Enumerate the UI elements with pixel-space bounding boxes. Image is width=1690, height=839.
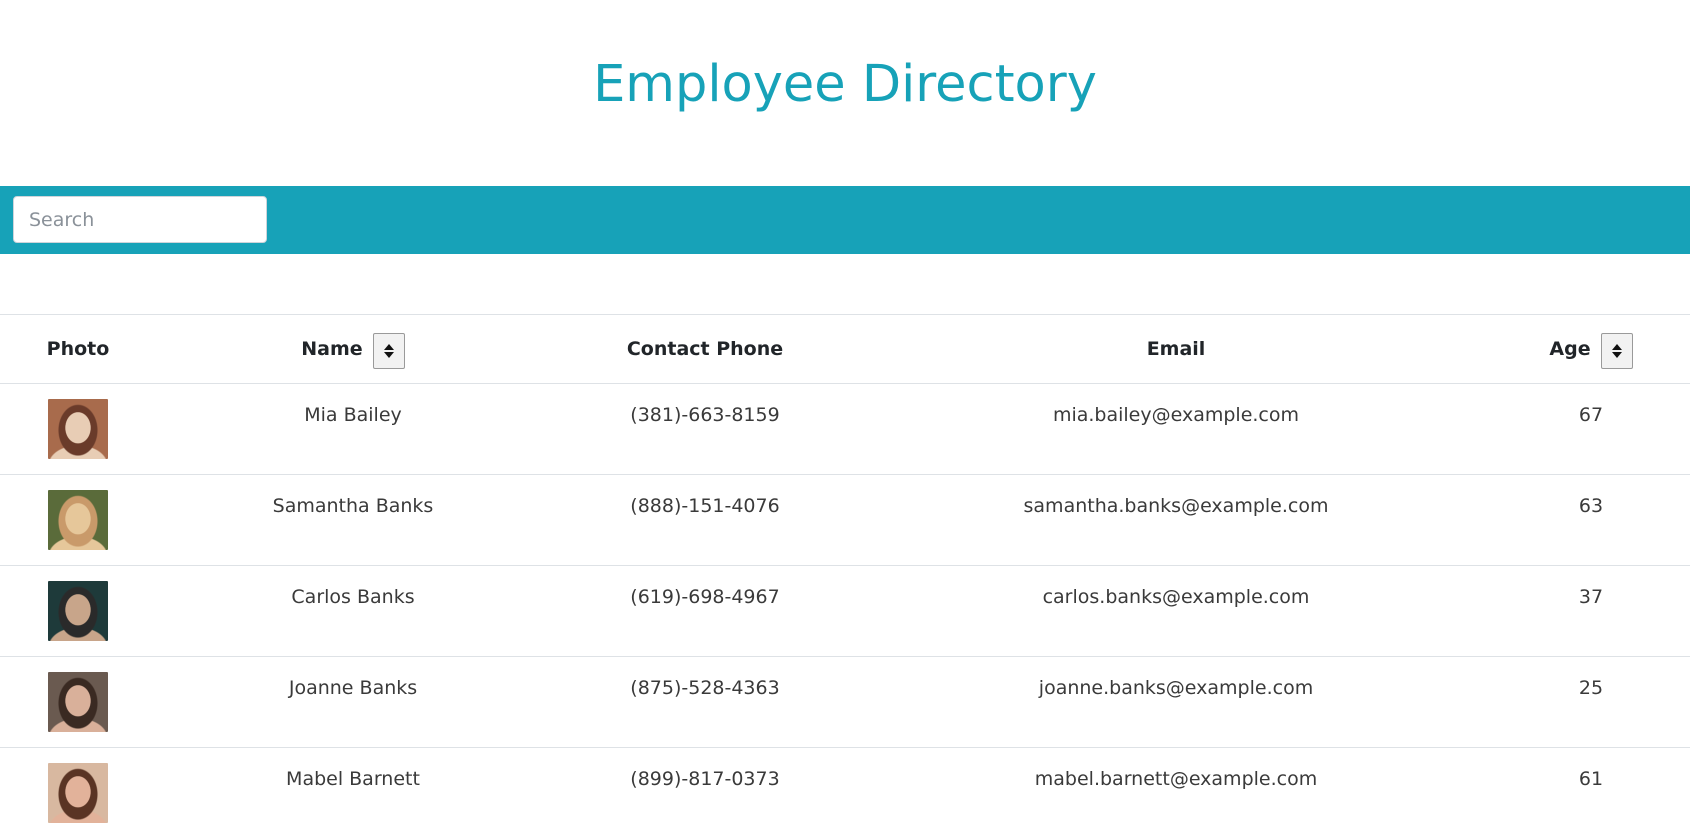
employee-photo [48, 581, 108, 641]
phone-cell: (899)-817-0373 [550, 747, 860, 839]
photo-cell [0, 656, 156, 748]
age-cell: 61 [1492, 747, 1690, 839]
age-cell: 37 [1492, 565, 1690, 657]
column-header-email-label: Email [1146, 338, 1206, 360]
name-cell: Carlos Banks [156, 565, 550, 657]
sort-age-button[interactable] [1600, 333, 1633, 369]
email-cell: mabel.barnett@example.com [860, 747, 1492, 839]
photo-cell [0, 474, 156, 566]
employee-table-container: Photo Name Contact Phone Email Age Mia B… [0, 314, 1690, 839]
table-row: Samantha Banks (888)-151-4076 samantha.b… [0, 474, 1690, 566]
page-title: Employee Directory [593, 55, 1097, 114]
sort-up-down-icon [383, 344, 394, 358]
sort-name-button[interactable] [372, 333, 405, 369]
name-cell: Mabel Barnett [156, 747, 550, 839]
table-header-row: Photo Name Contact Phone Email Age [0, 314, 1690, 384]
age-cell: 25 [1492, 656, 1690, 748]
column-header-phone: Contact Phone [550, 314, 860, 384]
column-header-name-label: Name [301, 338, 363, 360]
column-header-email: Email [860, 314, 1492, 384]
employee-photo [48, 672, 108, 732]
column-header-photo-label: Photo [46, 338, 110, 360]
email-cell: samantha.banks@example.com [860, 474, 1492, 566]
phone-cell: (381)-663-8159 [550, 383, 860, 475]
name-cell: Mia Bailey [156, 383, 550, 475]
search-bar [0, 186, 1690, 254]
employee-photo [48, 399, 108, 459]
email-cell: carlos.banks@example.com [860, 565, 1492, 657]
header: Employee Directory [0, 0, 1690, 186]
table-row: Joanne Banks (875)-528-4363 joanne.banks… [0, 656, 1690, 748]
phone-cell: (619)-698-4967 [550, 565, 860, 657]
column-header-photo: Photo [0, 314, 156, 384]
employee-photo [48, 490, 108, 550]
phone-cell: (888)-151-4076 [550, 474, 860, 566]
search-input[interactable] [13, 196, 267, 243]
email-cell: joanne.banks@example.com [860, 656, 1492, 748]
email-cell: mia.bailey@example.com [860, 383, 1492, 475]
employee-table: Photo Name Contact Phone Email Age Mia B… [0, 314, 1690, 839]
age-cell: 67 [1492, 383, 1690, 475]
column-header-name: Name [156, 314, 550, 384]
sort-up-down-icon [1611, 344, 1622, 358]
table-row: Mia Bailey (381)-663-8159 mia.bailey@exa… [0, 383, 1690, 475]
photo-cell [0, 565, 156, 657]
table-row: Mabel Barnett (899)-817-0373 mabel.barne… [0, 747, 1690, 839]
column-header-phone-label: Contact Phone [626, 338, 784, 360]
name-cell: Samantha Banks [156, 474, 550, 566]
name-cell: Joanne Banks [156, 656, 550, 748]
photo-cell [0, 383, 156, 475]
phone-cell: (875)-528-4363 [550, 656, 860, 748]
column-header-age: Age [1492, 314, 1690, 384]
photo-cell [0, 747, 156, 839]
column-header-age-label: Age [1549, 338, 1591, 360]
employee-photo [48, 763, 108, 823]
age-cell: 63 [1492, 474, 1690, 566]
table-row: Carlos Banks (619)-698-4967 carlos.banks… [0, 565, 1690, 657]
